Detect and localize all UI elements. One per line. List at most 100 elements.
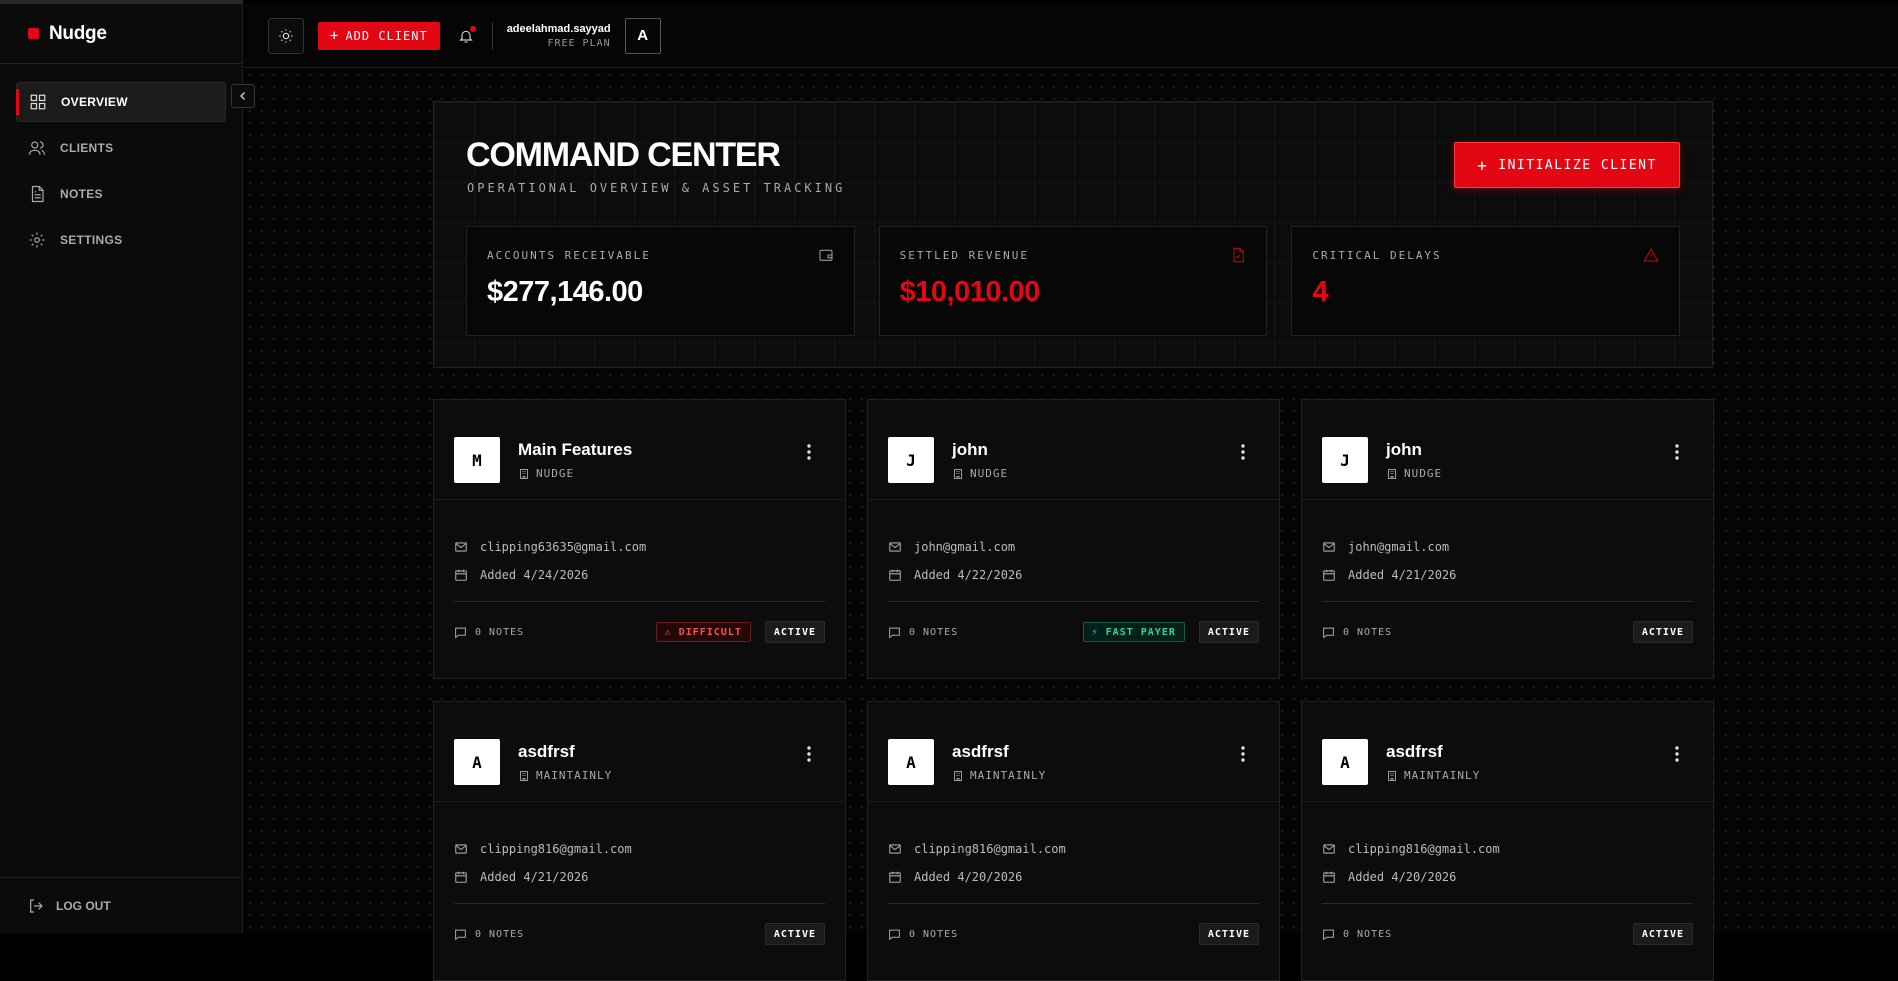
logout-label: LOG OUT xyxy=(56,899,111,913)
mail-icon xyxy=(454,842,468,856)
client-card[interactable]: A asdfrsf MAINTAINLY clipping816@gmail.c… xyxy=(867,701,1280,981)
client-card[interactable]: A asdfrsf MAINTAINLY clipping816@gmail.c… xyxy=(1301,701,1714,981)
client-menu-button[interactable] xyxy=(801,744,817,764)
client-email-row: clipping816@gmail.com xyxy=(454,838,825,860)
client-added-row: Added 4/20/2026 xyxy=(1322,866,1693,888)
initialize-client-button[interactable]: + INITIALIZE CLIENT xyxy=(1454,142,1680,188)
calendar-icon xyxy=(888,870,902,884)
client-menu-button[interactable] xyxy=(1669,744,1685,764)
client-notes-count[interactable]: 0 NOTES xyxy=(888,626,958,639)
client-card-header: A asdfrsf MAINTAINLY xyxy=(868,702,1279,802)
message-square-icon xyxy=(888,626,901,639)
sidebar-item-label: SETTINGS xyxy=(60,233,122,247)
client-card-footer: 0 NOTES ACTIVE xyxy=(888,923,1259,945)
client-card[interactable]: A asdfrsf MAINTAINLY clipping816@gmail.c… xyxy=(433,701,846,981)
sidebar-item-clients[interactable]: CLIENTS xyxy=(16,128,226,168)
client-notes-count[interactable]: 0 NOTES xyxy=(1322,626,1392,639)
client-added-date: Added 4/22/2026 xyxy=(914,568,1022,582)
client-added-date: Added 4/20/2026 xyxy=(1348,870,1456,884)
status-badge: ACTIVE xyxy=(1199,621,1259,643)
brand-name: Nudge xyxy=(49,23,107,45)
mail-icon xyxy=(1322,540,1336,554)
more-vertical-icon xyxy=(807,444,811,460)
logout-button[interactable]: LOG OUT xyxy=(0,877,243,933)
client-added-row: Added 4/21/2026 xyxy=(1322,564,1693,586)
add-client-button[interactable]: + ADD CLIENT xyxy=(318,22,440,50)
message-square-icon xyxy=(1322,928,1335,941)
command-center-panel: COMMAND CENTER OPERATIONAL OVERVIEW & AS… xyxy=(433,101,1713,368)
notifications-button[interactable] xyxy=(454,24,478,48)
client-added-date: Added 4/24/2026 xyxy=(480,568,588,582)
chevron-left-icon xyxy=(237,90,249,102)
client-menu-button[interactable] xyxy=(801,442,817,462)
mail-icon xyxy=(888,842,902,856)
client-card[interactable]: M Main Features NUDGE clipping63635@gmai… xyxy=(433,399,846,679)
client-notes-count[interactable]: 0 NOTES xyxy=(1322,928,1392,941)
client-company: MAINTAINLY xyxy=(952,769,1046,782)
client-avatar: J xyxy=(1322,437,1368,483)
theme-toggle-button[interactable] xyxy=(268,18,304,54)
client-card-header: J john NUDGE xyxy=(1302,400,1713,500)
divider xyxy=(888,601,1259,602)
client-card-footer: 0 NOTES ACTIVE xyxy=(454,923,825,945)
client-added-date: Added 4/20/2026 xyxy=(914,870,1022,884)
client-avatar: J xyxy=(888,437,934,483)
stat-critical-delays: CRITICAL DELAYS 4 xyxy=(1291,226,1680,336)
client-card-header: M Main Features NUDGE xyxy=(434,400,845,500)
stats-row: ACCOUNTS RECEIVABLE $277,146.00 SETTLED … xyxy=(466,226,1680,336)
client-card[interactable]: J john NUDGE john@gmail.com Added 4/22/2… xyxy=(867,399,1280,679)
client-added-row: Added 4/24/2026 xyxy=(454,564,825,586)
stat-label: CRITICAL DELAYS xyxy=(1312,249,1659,262)
status-badge: ACTIVE xyxy=(1633,923,1693,945)
sidebar-item-label: CLIENTS xyxy=(60,141,113,155)
sidebar-item-label: OVERVIEW xyxy=(61,95,128,109)
client-company: NUDGE xyxy=(518,467,574,480)
calendar-icon xyxy=(454,870,468,884)
client-menu-button[interactable] xyxy=(1669,442,1685,462)
stat-label: SETTLED REVENUE xyxy=(900,249,1247,262)
sidebar-item-settings[interactable]: SETTINGS xyxy=(16,220,226,260)
brand[interactable]: Nudge xyxy=(0,4,242,64)
client-name: asdfrsf xyxy=(518,742,575,762)
client-avatar: A xyxy=(1322,739,1368,785)
client-email[interactable]: john@gmail.com xyxy=(1348,540,1449,554)
client-company: MAINTAINLY xyxy=(1386,769,1480,782)
client-name: john xyxy=(952,440,988,460)
message-square-icon xyxy=(888,928,901,941)
client-company: MAINTAINLY xyxy=(518,769,612,782)
client-avatar: A xyxy=(454,739,500,785)
divider xyxy=(454,601,825,602)
divider xyxy=(454,903,825,904)
client-name: asdfrsf xyxy=(1386,742,1443,762)
more-vertical-icon xyxy=(1241,746,1245,762)
client-email[interactable]: john@gmail.com xyxy=(914,540,1015,554)
client-notes-count[interactable]: 0 NOTES xyxy=(454,626,524,639)
main-content: COMMAND CENTER OPERATIONAL OVERVIEW & AS… xyxy=(244,69,1898,933)
client-email-row: john@gmail.com xyxy=(888,536,1259,558)
page-subtitle: OPERATIONAL OVERVIEW & ASSET TRACKING xyxy=(467,181,845,195)
client-card-body: clipping816@gmail.com Added 4/20/2026 xyxy=(1302,802,1713,888)
sidebar-item-notes[interactable]: NOTES xyxy=(16,174,226,214)
client-menu-button[interactable] xyxy=(1235,442,1251,462)
client-email[interactable]: clipping816@gmail.com xyxy=(914,842,1066,856)
client-avatar: M xyxy=(454,437,500,483)
client-email[interactable]: clipping63635@gmail.com xyxy=(480,540,646,554)
mail-icon xyxy=(454,540,468,554)
collapse-sidebar-button[interactable] xyxy=(231,84,255,108)
client-notes-count[interactable]: 0 NOTES xyxy=(454,928,524,941)
client-email[interactable]: clipping816@gmail.com xyxy=(1348,842,1500,856)
sidebar-item-overview[interactable]: OVERVIEW xyxy=(16,82,226,122)
client-menu-button[interactable] xyxy=(1235,744,1251,764)
client-card-body: clipping816@gmail.com Added 4/20/2026 xyxy=(868,802,1279,888)
client-email[interactable]: clipping816@gmail.com xyxy=(480,842,632,856)
sidebar-nav: OVERVIEW CLIENTS NOTES SETTINGS xyxy=(0,64,242,284)
status-badge: ACTIVE xyxy=(765,621,825,643)
client-email-row: john@gmail.com xyxy=(1322,536,1693,558)
message-square-icon xyxy=(454,928,467,941)
more-vertical-icon xyxy=(807,746,811,762)
client-card[interactable]: J john NUDGE john@gmail.com Added 4/21/2… xyxy=(1301,399,1714,679)
more-vertical-icon xyxy=(1675,444,1679,460)
client-card-body: clipping816@gmail.com Added 4/21/2026 xyxy=(434,802,845,888)
client-notes-count[interactable]: 0 NOTES xyxy=(888,928,958,941)
user-avatar[interactable]: A xyxy=(625,18,661,54)
